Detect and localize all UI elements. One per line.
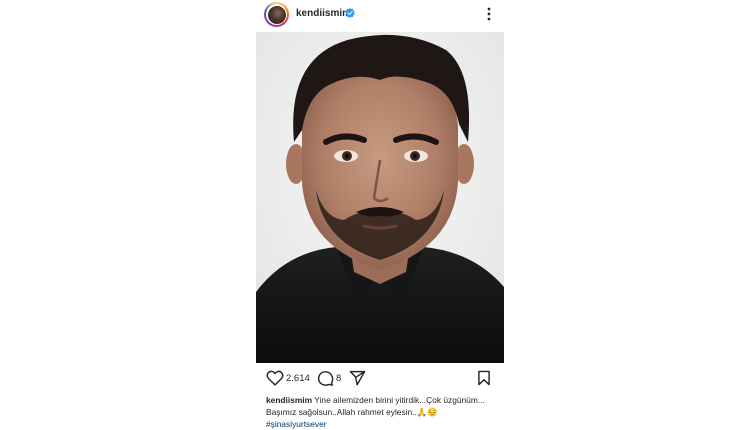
hashtag-link[interactable]: #şinasiyurtsever bbox=[266, 418, 502, 430]
heart-icon[interactable] bbox=[266, 370, 284, 386]
avatar[interactable] bbox=[264, 2, 289, 27]
more-vertical-icon[interactable] bbox=[484, 6, 494, 22]
post-actions: 2.614 8 bbox=[256, 368, 504, 390]
like-count[interactable]: 2.614 bbox=[286, 373, 310, 384]
portrait-image bbox=[256, 32, 504, 363]
send-icon[interactable] bbox=[349, 370, 366, 386]
bookmark-icon[interactable] bbox=[477, 370, 491, 386]
post-header: kendiismim bbox=[256, 0, 504, 30]
caption-username[interactable]: kendiismim bbox=[266, 395, 312, 405]
post-photo[interactable] bbox=[256, 32, 504, 363]
caption-text-line1: Yine ailemizden birini yitirdik...Çok üz… bbox=[314, 395, 485, 405]
caption-text-line2: Başımız sağolsun..Allah rahmet eylesin..… bbox=[266, 407, 438, 417]
post-caption: kendiismim Yine ailemizden birini yitird… bbox=[266, 394, 502, 430]
comment-count[interactable]: 8 bbox=[336, 373, 341, 384]
post-username[interactable]: kendiismim bbox=[296, 8, 351, 19]
avatar-image bbox=[267, 5, 286, 24]
comment-icon[interactable] bbox=[317, 370, 334, 387]
verified-badge-icon bbox=[345, 8, 355, 18]
instagram-post: kendiismim 2.614 8 kendiismim Yine ailem… bbox=[256, 0, 504, 430]
